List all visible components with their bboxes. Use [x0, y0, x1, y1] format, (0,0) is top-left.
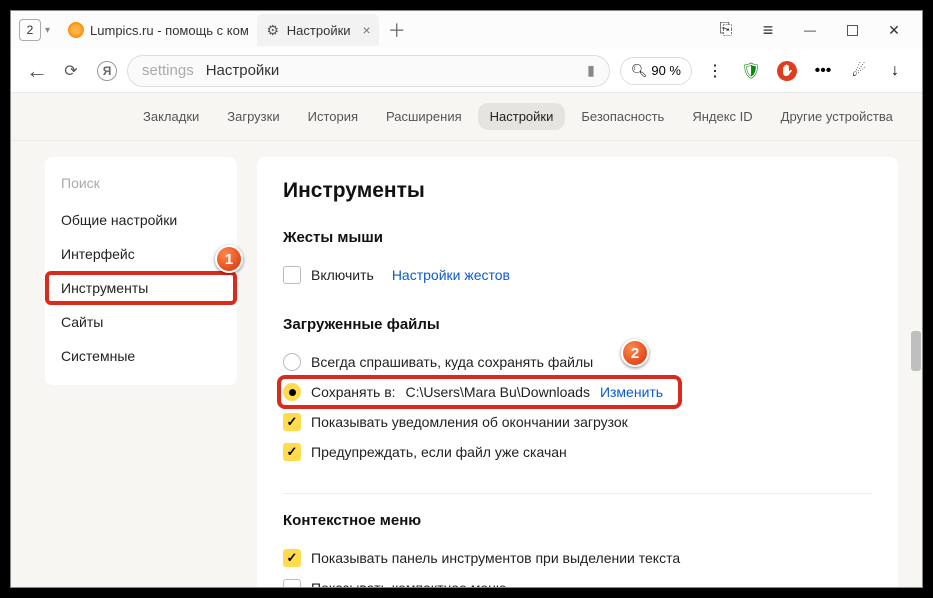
bookmark-icon[interactable]: ▮: [587, 62, 595, 79]
titlebar-controls: ⎘ ≡: [710, 11, 922, 49]
section-title: Загруженные файлы: [283, 316, 872, 333]
browser-window: 2 ▾ Lumpics.ru - помощь с ком ⚙ Настройк…: [10, 10, 923, 588]
close-window-button[interactable]: [878, 14, 910, 46]
tab-title: Lumpics.ru - помощь с ком: [90, 23, 249, 38]
reload-button[interactable]: ⟳: [59, 59, 83, 83]
checkbox-compact-menu[interactable]: [283, 579, 301, 587]
label-save-to: Сохранять в:: [311, 384, 396, 400]
sidebar-item-sites[interactable]: Сайты: [45, 305, 237, 339]
sidebar-item-tools[interactable]: Инструменты 1: [45, 271, 237, 305]
settings-sidebar: Поиск Общие настройки Интерфейс Инструме…: [45, 157, 237, 385]
browser-tab-settings[interactable]: ⚙ Настройки ×: [257, 14, 379, 46]
download-path: C:\Users\Mara Bu\Downloads: [406, 384, 590, 400]
annotation-badge-2: 2: [621, 339, 649, 367]
tab-counter[interactable]: 2: [19, 19, 41, 41]
shield-icon[interactable]: 🛡: [738, 58, 764, 84]
more-button[interactable]: ⋮: [702, 58, 728, 84]
tab-title: Настройки: [287, 23, 351, 38]
checkbox-enable-gestures[interactable]: [283, 266, 301, 284]
chevron-down-icon[interactable]: ▾: [45, 25, 50, 36]
link-change-path[interactable]: Изменить: [600, 384, 663, 400]
url-path: settings: [142, 62, 194, 79]
downloads-icon[interactable]: ↓: [882, 58, 908, 84]
zoom-indicator[interactable]: 🔍︎ 90 %: [620, 57, 692, 85]
label-always-ask: Всегда спрашивать, куда сохранять файлы: [311, 354, 593, 370]
section-downloads: Загруженные файлы Всегда спрашивать, куд…: [283, 316, 872, 467]
section-mouse-gestures: Жесты мыши Включить Настройки жестов: [283, 229, 872, 290]
url-box[interactable]: settings Настройки ▮: [127, 55, 610, 87]
settings-main-panel: Инструменты Жесты мыши Включить Настройк…: [257, 157, 898, 587]
checkbox-warn-exists[interactable]: [283, 443, 301, 461]
scrollbar-thumb[interactable]: [911, 331, 921, 371]
radio-always-ask[interactable]: [283, 353, 301, 371]
label-warn-exists: Предупреждать, если файл уже скачан: [311, 444, 567, 460]
titlebar: 2 ▾ Lumpics.ru - помощь с ком ⚙ Настройк…: [11, 11, 922, 49]
main-title: Инструменты: [283, 179, 872, 203]
section-context-menu: Контекстное меню Показывать панель инстр…: [283, 512, 872, 587]
sidebar-item-interface[interactable]: Интерфейс: [45, 237, 237, 271]
checkbox-notify-download[interactable]: [283, 413, 301, 431]
gear-icon: ⚙: [265, 22, 281, 38]
url-page-title: Настройки: [206, 62, 575, 79]
sidebar-item-label: Инструменты: [61, 280, 148, 296]
close-tab-icon[interactable]: ×: [363, 22, 371, 38]
label-compact-menu: Показывать компактное меню: [311, 580, 506, 587]
label-show-toolbar: Показывать панель инструментов при выдел…: [311, 550, 680, 566]
content-area: Поиск Общие настройки Интерфейс Инструме…: [11, 141, 922, 587]
section-title: Контекстное меню: [283, 512, 872, 529]
collections-icon[interactable]: ⎘: [710, 14, 742, 46]
subnav-yandex-id[interactable]: Яндекс ID: [680, 103, 764, 130]
subnav-downloads[interactable]: Загрузки: [215, 103, 291, 130]
browser-tab-lumpics[interactable]: Lumpics.ru - помощь с ком: [60, 14, 257, 46]
address-bar-row: ← ⟳ Я settings Настройки ▮ 🔍︎ 90 % ⋮ 🛡 •…: [11, 49, 922, 93]
orange-favicon-icon: [68, 22, 84, 38]
label-enable-gestures: Включить: [311, 267, 374, 283]
translate-icon[interactable]: ☄: [846, 58, 872, 84]
minimize-button[interactable]: [794, 14, 826, 46]
link-gesture-settings[interactable]: Настройки жестов: [392, 267, 510, 283]
divider: [283, 493, 872, 494]
subnav-history[interactable]: История: [296, 103, 370, 130]
ellipsis-icon[interactable]: •••: [810, 58, 836, 84]
annotation-badge-1: 1: [215, 245, 243, 273]
label-notify-download: Показывать уведомления об окончании загр…: [311, 414, 628, 430]
sidebar-item-system[interactable]: Системные: [45, 339, 237, 373]
hamburger-menu-icon[interactable]: ≡: [752, 14, 784, 46]
new-tab-button[interactable]: ＋: [385, 18, 409, 42]
subnav-security[interactable]: Безопасность: [569, 103, 676, 130]
sidebar-search[interactable]: Поиск: [45, 169, 237, 203]
sidebar-item-general[interactable]: Общие настройки: [45, 203, 237, 237]
back-button[interactable]: ←: [25, 59, 49, 83]
subnav-other-devices[interactable]: Другие устройства: [769, 103, 905, 130]
adblock-icon[interactable]: [774, 58, 800, 84]
section-title: Жесты мыши: [283, 229, 872, 246]
maximize-button[interactable]: [836, 14, 868, 46]
sidebar-item-label: Интерфейс: [61, 246, 135, 262]
settings-subnav: Закладки Загрузки История Расширения Нас…: [11, 93, 922, 141]
radio-save-to[interactable]: [283, 383, 301, 401]
subnav-settings[interactable]: Настройки: [478, 103, 566, 130]
subnav-bookmarks[interactable]: Закладки: [131, 103, 211, 130]
yandex-logo-icon[interactable]: Я: [97, 61, 117, 81]
zoom-value: 90 %: [651, 63, 681, 78]
checkbox-show-toolbar[interactable]: [283, 549, 301, 567]
magnifier-icon: 🔍︎: [631, 63, 648, 79]
subnav-extensions[interactable]: Расширения: [374, 103, 474, 130]
